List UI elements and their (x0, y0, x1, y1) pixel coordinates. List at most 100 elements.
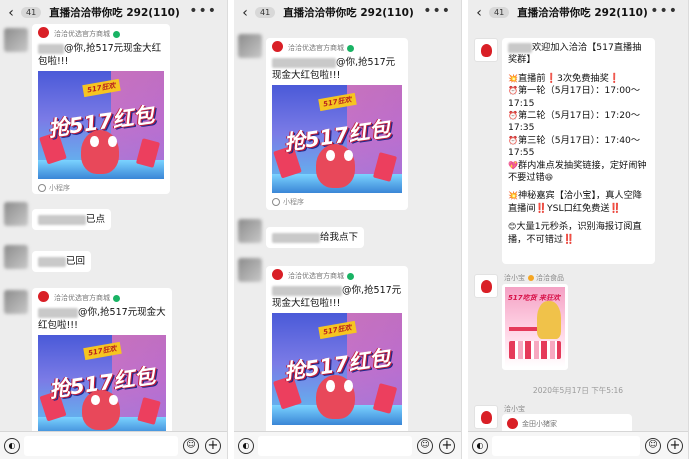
mascot-image (81, 390, 120, 430)
announcement-line: 💥神秘嘉宾【洽小宝】，真人空降直播间‼️YSL口红免费送‼️ (508, 190, 642, 214)
sender-name: 洽小宝 洽洽食品 (504, 274, 564, 282)
verified-icon (113, 294, 120, 302)
card-source: 洽洽优选官方商城 (266, 266, 408, 282)
chat-panel-3: ‹ 41 直播洽洽带你吃 292(110) ••• 欢迎加入洽洽【517直播抽奖… (468, 0, 689, 459)
chat-title: 直播洽洽带你吃 292(110) (517, 7, 648, 19)
voice-input-icon[interactable]: ◐ (4, 438, 20, 454)
message-input[interactable] (258, 436, 412, 456)
card-source: 洽洽优选官方商城 (266, 38, 408, 54)
message-bubble: 给我点下 (266, 227, 365, 248)
chat-panel-2: ‹ 41 直播洽洽带你吃 292(110) ••• 洽洽优选官方商城 @你,抢5… (234, 0, 462, 459)
mascot-image (316, 374, 356, 420)
mini-program-card[interactable]: 洽洽优选官方商城 @你,抢517元现金大红包啦!!! 517狂欢 抢517红包 (32, 288, 172, 438)
announcement-line: 💥直播前❗3次免费抽奖❗ (508, 72, 621, 84)
more-options-icon[interactable]: ••• (650, 3, 678, 19)
voice-input-icon[interactable]: ◐ (238, 438, 254, 454)
announcement-line: ⏰第一轮（5月17日）：17:00～17:15 (508, 85, 641, 109)
mini-program-card[interactable]: 洽洽优选官方商城 @你,抢517元现金大红包啦!!! 517狂欢 抢517红包 … (32, 24, 170, 194)
chat-header: ‹ 41 直播洽洽带你吃 292(110) ••• (0, 0, 227, 25)
blurred-username (38, 307, 78, 318)
emoji-icon[interactable]: ☺ (183, 438, 199, 454)
verified-icon (347, 44, 354, 52)
card-text: @你,抢517元现金大红包啦!!! (38, 43, 162, 67)
store-logo-icon (507, 418, 518, 429)
emoji-icon[interactable]: ☺ (645, 438, 661, 454)
blurred-username (38, 43, 64, 54)
verified-icon (528, 275, 534, 281)
back-arrow-icon[interactable]: ‹ (2, 5, 20, 21)
message-bubble: 已点 (32, 209, 112, 230)
emoji-icon[interactable]: ☺ (417, 438, 433, 454)
more-options-icon[interactable]: ••• (189, 3, 217, 19)
store-logo-icon (38, 291, 49, 302)
avatar[interactable] (474, 38, 498, 62)
card-text: @你,抢517元现金大红包啦!!! (272, 285, 402, 309)
chat-header: ‹ 41 直播洽洽带你吃 292(110) ••• (234, 0, 461, 25)
avatar[interactable] (4, 202, 28, 226)
alarm-clock-icon: ⏰ (508, 86, 518, 96)
card-footer: 小程序 (32, 179, 170, 194)
announcement-bubble: 欢迎加入洽洽【517直播抽奖群】 💥直播前❗3次免费抽奖❗ ⏰第一轮（5月17日… (502, 38, 655, 264)
message-input[interactable] (24, 436, 178, 456)
alarm-clock-icon: ⏰ (508, 111, 518, 121)
input-bar: ◐ ☺ + (468, 431, 688, 459)
announcement-line: ⏰第二轮（5月17日）：17:20～17:35 (508, 110, 641, 134)
blurred-username (272, 232, 320, 243)
blurred-username (272, 57, 336, 68)
announcement-line: 💖群内准点发抽奖链接，定好闹钟不要过错😆 (508, 159, 647, 184)
laugh-icon: 😆 (544, 173, 554, 183)
products-image (509, 341, 561, 359)
avatar[interactable] (4, 28, 28, 52)
avatar[interactable] (4, 290, 28, 314)
card-poster-image: 517狂欢 抢517红包 (38, 335, 166, 435)
store-logo-icon (272, 269, 283, 280)
unread-badge: 41 (21, 7, 42, 18)
input-bar: ◐ ☺ + (0, 431, 227, 459)
avatar[interactable] (238, 219, 262, 243)
announcement-line: ⏰第三轮（5月17日）：17:40～17:55 (508, 134, 641, 159)
blurred-username (272, 285, 342, 296)
card-source: 洽洽优选官方商城 (32, 288, 172, 304)
mascot-image (80, 130, 119, 174)
mini-program-card[interactable]: 洽洽优选官方商城 @你,抢517元现金大红包啦!!! 517狂欢 抢517红包 (266, 266, 408, 436)
alarm-clock-icon: ⏰ (508, 135, 518, 145)
unread-badge: 41 (489, 7, 510, 18)
back-arrow-icon[interactable]: ‹ (470, 5, 488, 21)
blurred-username (38, 256, 66, 267)
mini-program-card[interactable]: 洽洽优选官方商城 @你,抢517元现金大红包啦!!! 517狂欢 抢517红包 … (266, 38, 408, 210)
promo-poster-image[interactable]: 517吃货 来狂欢 (502, 284, 568, 370)
chat-title: 直播洽洽带你吃 292(110) (49, 7, 180, 19)
card-poster-image: 517狂欢 抢517红包 (272, 313, 402, 425)
message-input[interactable] (492, 436, 640, 456)
card-poster-image: 517狂欢 抢517红包 (272, 85, 402, 193)
avatar[interactable] (474, 405, 498, 429)
timestamp: 2020年5月17日 下午5:16 (532, 386, 624, 395)
chat-header: ‹ 41 直播洽洽带你吃 292(110) ••• (468, 0, 688, 25)
voice-input-icon[interactable]: ◐ (472, 438, 488, 454)
chat-title: 直播洽洽带你吃 292(110) (283, 7, 414, 19)
plus-icon[interactable]: + (439, 438, 455, 454)
blurred-username (38, 214, 86, 225)
card-text: @你,抢517元现金大红包啦!!! (38, 307, 166, 331)
avatar[interactable] (4, 245, 28, 269)
plus-icon[interactable]: + (667, 438, 683, 454)
avatar[interactable] (474, 274, 498, 298)
spokesperson-image (537, 301, 561, 339)
input-bar: ◐ ☺ + (234, 431, 461, 459)
avatar[interactable] (238, 258, 262, 282)
chat-panel-1: ‹ 41 直播洽洽带你吃 292(110) ••• 洽洽优选官方商城 @你,抢5… (0, 0, 228, 459)
announcement-line: 😊大量1元秒杀，识别海报订阅直播，不可错过‼️ (508, 221, 642, 245)
back-arrow-icon[interactable]: ‹ (236, 5, 254, 21)
sender-name: 洽小宝 (504, 405, 525, 413)
verified-icon (113, 30, 120, 38)
avatar[interactable] (238, 34, 262, 58)
store-logo-icon (272, 41, 283, 52)
mascot-image (316, 144, 356, 188)
mini-program-icon (38, 184, 46, 192)
message-bubble: 已回 (32, 251, 92, 272)
sparkle-icon: 💥 (508, 191, 518, 201)
more-options-icon[interactable]: ••• (423, 3, 451, 19)
plus-icon[interactable]: + (205, 438, 221, 454)
card-source: 洽洽优选官方商城 (32, 24, 170, 40)
store-logo-icon (38, 27, 49, 38)
